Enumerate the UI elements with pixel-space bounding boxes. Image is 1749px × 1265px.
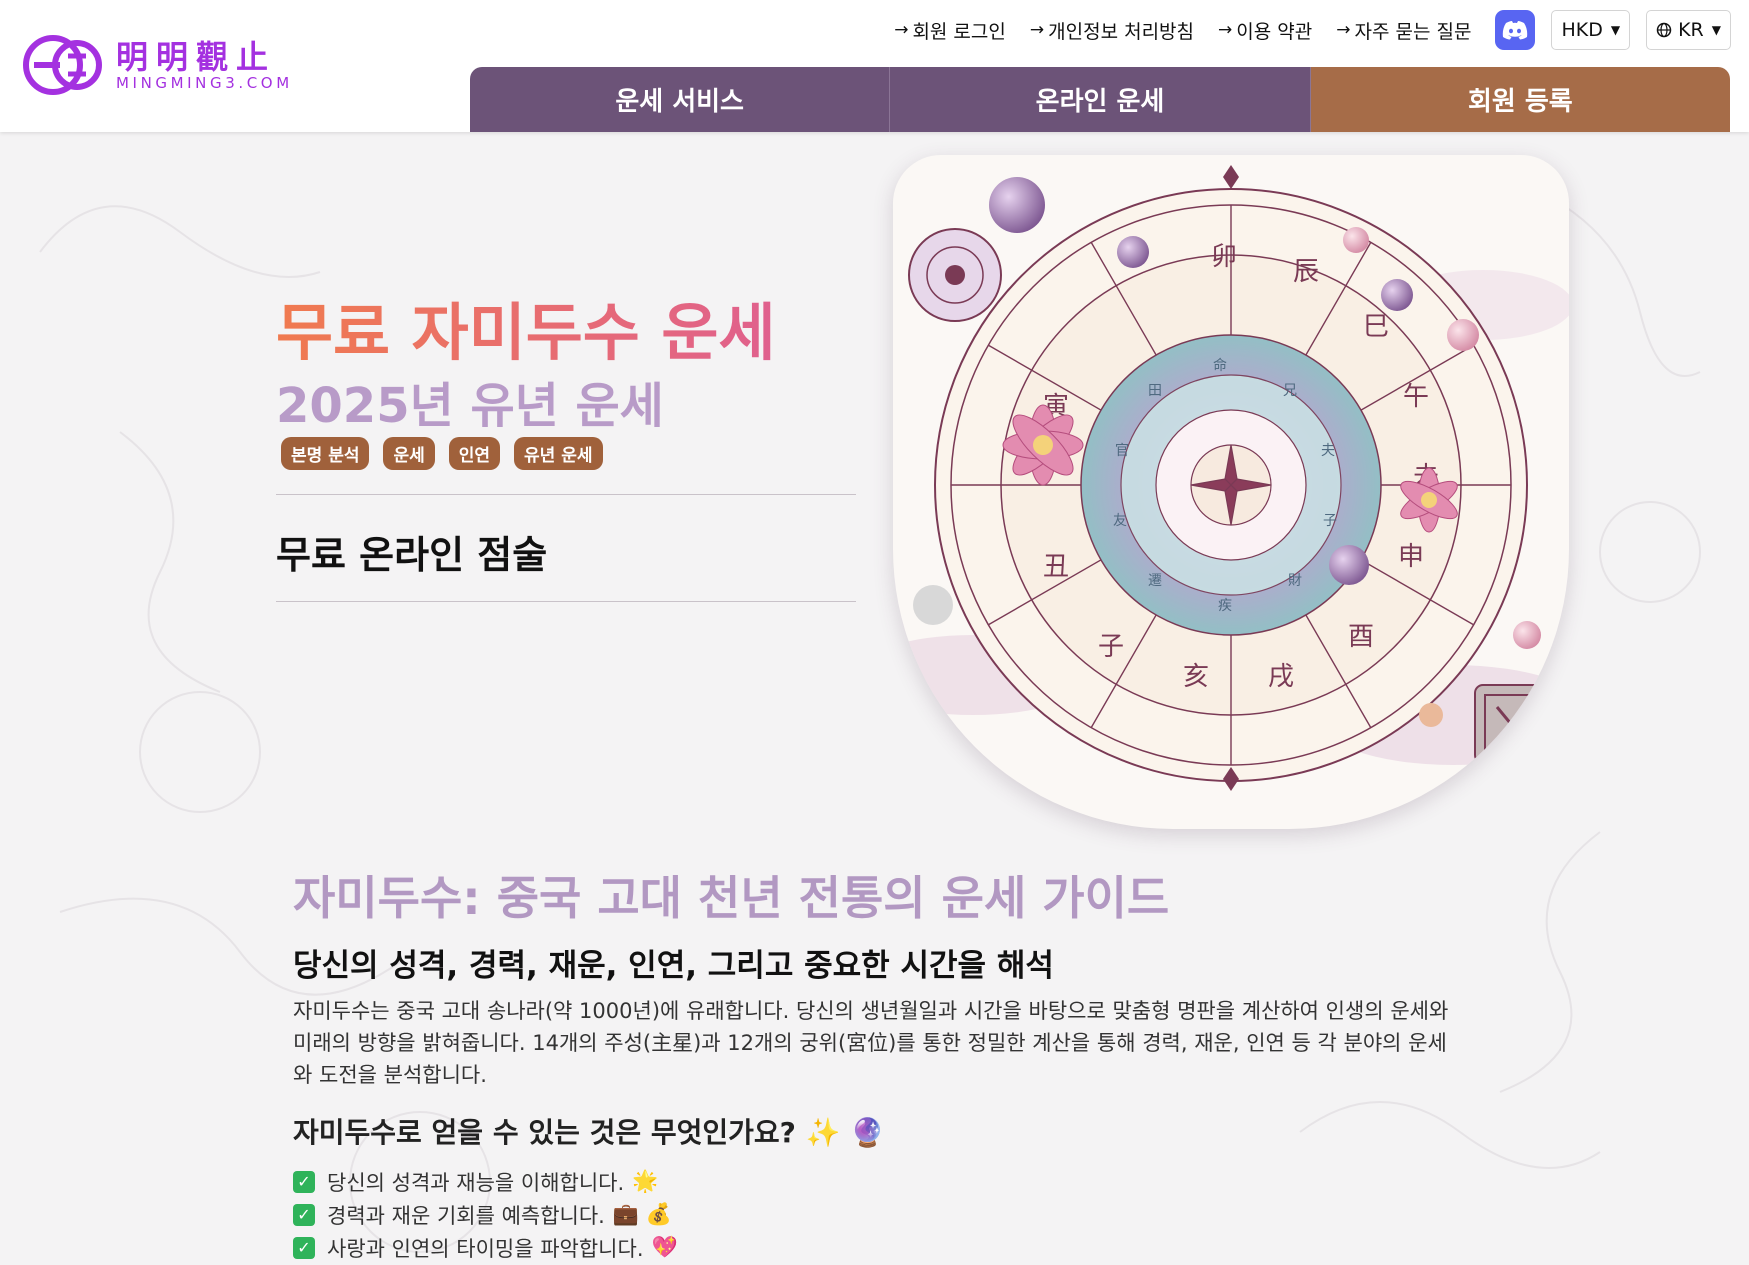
benefit-text: 사랑과 인연의 타이밍을 파악합니다. — [327, 1236, 644, 1261]
hero-title: 무료 자미두수 운세 — [276, 282, 776, 372]
benefit-emoji: 🌟 — [632, 1169, 659, 1193]
svg-text:夫: 夫 — [1321, 443, 1335, 459]
svg-text:子: 子 — [1323, 513, 1337, 529]
terms-label: 이용 약관 — [1236, 20, 1313, 43]
svg-text:疾: 疾 — [1218, 598, 1232, 614]
language-select[interactable]: KR ▼ — [1646, 10, 1731, 50]
checkmark-icon: ✓ — [293, 1203, 315, 1226]
currency-select[interactable]: HKD ▼ — [1551, 10, 1631, 50]
currency-value: HKD — [1561, 19, 1603, 41]
tab-member-register[interactable]: 회원 등록 — [1310, 67, 1730, 132]
login-link[interactable]: → 회원 로그인 — [894, 17, 1006, 44]
language-value: KR — [1678, 19, 1704, 41]
faq-link[interactable]: → 자주 묻는 질문 — [1336, 17, 1471, 44]
benefit-emoji: 💖 — [651, 1235, 678, 1259]
tag-fortune[interactable]: 운세 — [383, 437, 435, 470]
svg-text:巳: 巳 — [1363, 312, 1389, 342]
svg-text:戌: 戌 — [1268, 662, 1294, 692]
caret-down-icon: ▼ — [1610, 23, 1621, 37]
hero-section-heading: 무료 온라인 점술 — [276, 533, 548, 577]
benefit-text: 경력과 재운 기회를 예측합니다. — [327, 1203, 605, 1228]
arrow-right-icon: → — [1029, 20, 1045, 40]
benefits-list: ✓ 당신의 성격과 재능을 이해합니다. 🌟 ✓ 경력과 재운 기회를 예측합니… — [293, 1165, 1473, 1264]
terms-link[interactable]: → 이용 약관 — [1218, 17, 1312, 44]
benefit-emoji: 💼 💰 — [612, 1202, 672, 1226]
caret-down-icon: ▼ — [1711, 23, 1721, 37]
benefits-question: 자미두수로 얻을 수 있는 것은 무엇인가요? ✨ 🔮 — [293, 1116, 886, 1149]
divider — [276, 494, 856, 495]
main-navigation: 운세 서비스 온라인 운세 회원 등록 — [470, 67, 1730, 132]
arrow-right-icon: → — [894, 20, 909, 40]
login-link-label: 회원 로그인 — [912, 20, 1006, 43]
privacy-policy-label: 개인정보 처리방침 — [1048, 20, 1195, 43]
site-header: 明明觀止 MINGMING3.COM → 회원 로그인 → 개인정보 처리방침 → 이… — [0, 0, 1749, 132]
tag-relationship[interactable]: 인연 — [448, 437, 501, 470]
svg-text:辰: 辰 — [1293, 257, 1319, 287]
hero-tags: 본명 분석 운세 인연 유년 운세 — [281, 437, 617, 470]
checkmark-icon: ✓ — [293, 1170, 315, 1193]
brand-name-cn: 明明觀止 — [116, 38, 277, 76]
faq-label: 자주 묻는 질문 — [1354, 20, 1472, 43]
list-item: ✓ 사랑과 인연의 타이밍을 파악합니다. 💖 — [293, 1231, 1473, 1264]
arrow-right-icon: → — [1336, 20, 1351, 40]
svg-text:官: 官 — [1115, 443, 1129, 459]
svg-text:酉: 酉 — [1348, 622, 1374, 652]
svg-text:子: 子 — [1098, 632, 1124, 662]
divider — [276, 601, 856, 602]
svg-text:申: 申 — [1398, 542, 1424, 572]
logo-mark-icon — [23, 35, 102, 95]
tab-online-fortune[interactable]: 온라인 운세 — [890, 67, 1311, 132]
brand-domain: MINGMING3.COM — [116, 74, 293, 92]
site-logo[interactable]: 明明觀止 MINGMING3.COM — [22, 30, 322, 98]
globe-icon — [1656, 22, 1672, 38]
tag-yearly-fortune[interactable]: 유년 운세 — [514, 437, 603, 470]
section-title: 자미두수: 중국 고대 천년 전통의 운세 가이드 — [293, 871, 1170, 925]
svg-text:丑: 丑 — [1043, 552, 1069, 582]
top-navigation: → 회원 로그인 → 개인정보 처리방침 → 이용 약관 → 자주 묻는 질문 HKD … — [894, 10, 1731, 50]
svg-text:午: 午 — [1403, 382, 1429, 412]
svg-text:友: 友 — [1113, 513, 1127, 529]
astrology-wheel-illustration: 卯辰 巳午 未申 酉戌 亥子 丑寅 命兄 夫子 財疾 遷友 官田 — [893, 165, 1569, 791]
checkmark-icon: ✓ — [293, 1236, 315, 1259]
svg-text:兄: 兄 — [1283, 383, 1297, 399]
svg-text:田: 田 — [1148, 383, 1162, 399]
intro-section: 자미두수: 중국 고대 천년 전통의 운세 가이드 당신의 성격, 경력, 재운… — [293, 862, 1473, 1264]
list-item: ✓ 경력과 재운 기회를 예측합니다. 💼 💰 — [293, 1198, 1473, 1231]
svg-text:命: 命 — [1213, 357, 1227, 374]
svg-text:遷: 遷 — [1148, 573, 1162, 589]
svg-text:財: 財 — [1288, 573, 1302, 589]
arrow-right-icon: → — [1218, 20, 1233, 40]
list-item: ✓ 당신의 성격과 재능을 이해합니다. 🌟 — [293, 1165, 1473, 1198]
section-subtitle: 당신의 성격, 경력, 재운, 인연, 그리고 중요한 시간을 해석 — [293, 948, 1054, 984]
benefit-text: 당신의 성격과 재능을 이해합니다. — [327, 1170, 625, 1195]
discord-icon — [1503, 21, 1528, 40]
privacy-policy-link[interactable]: → 개인정보 처리방침 — [1030, 17, 1194, 44]
hero-subtitle: 2025년 유년 운세 — [276, 378, 664, 434]
intro-paragraph: 자미두수는 중국 고대 송나라(약 1000년)에 유래합니다. 당신의 생년월… — [293, 999, 1449, 1087]
svg-text:亥: 亥 — [1183, 662, 1209, 692]
svg-text:卯: 卯 — [1211, 242, 1237, 272]
astrology-wheel-image: 卯辰 巳午 未申 酉戌 亥子 丑寅 命兄 夫子 財疾 遷友 官田 — [893, 155, 1569, 829]
tab-fortune-services[interactable]: 운세 서비스 — [470, 67, 891, 132]
discord-button[interactable] — [1495, 10, 1536, 50]
tag-natal-analysis[interactable]: 본명 분석 — [281, 437, 370, 470]
